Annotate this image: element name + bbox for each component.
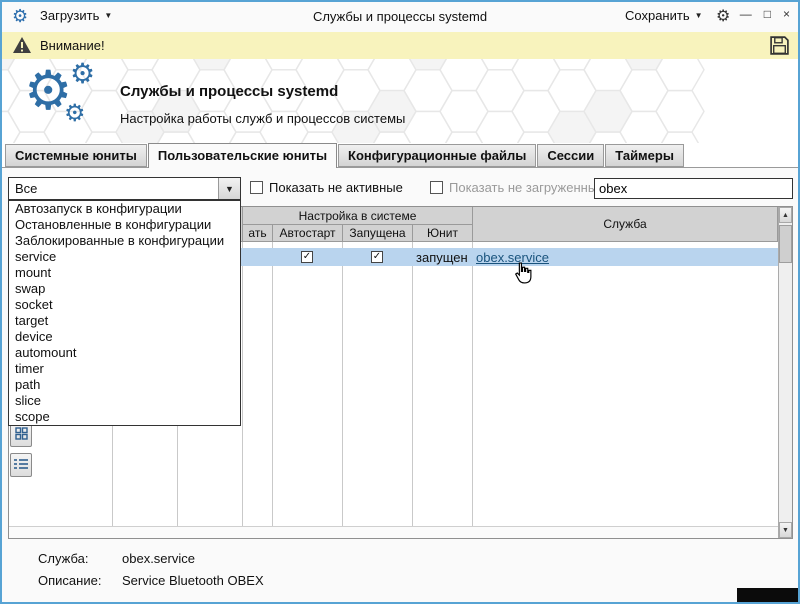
tab-bar: Системные юниты Пользовательские юниты К…: [5, 143, 684, 168]
mouse-hand-cursor: [513, 262, 532, 287]
column-label: Служба: [603, 217, 647, 231]
unit-type-dropdown-list: Автозапуск в конфигурации Остановленные …: [8, 200, 241, 426]
save-menu-label: Сохранить: [625, 8, 690, 23]
dropdown-item[interactable]: swap: [9, 281, 240, 297]
autostart-checkbox[interactable]: ✓: [301, 251, 313, 263]
grid-line: [242, 242, 243, 526]
module-gear-icon: ⚙: [64, 100, 86, 127]
dropdown-item[interactable]: timer: [9, 361, 240, 377]
grid-icon: [14, 427, 28, 443]
show-unloaded-label: Показать не загруженные: [449, 180, 605, 195]
module-header: ⚙ ⚙ ⚙ Службы и процессы systemd Настройк…: [2, 59, 798, 143]
check-icon: ✓: [302, 251, 312, 262]
window-controls: — □ ×: [740, 7, 790, 21]
title-bar: ⚙ Загрузить ▼ Службы и процессы systemd …: [2, 2, 798, 33]
scroll-up-button[interactable]: ▲: [779, 207, 792, 223]
combobox-dropdown-button[interactable]: ▼: [218, 178, 240, 199]
scroll-down-button[interactable]: ▼: [779, 522, 792, 538]
vertical-scrollbar[interactable]: ▲ ▼: [778, 207, 792, 538]
warning-triangle-icon: [12, 36, 32, 57]
arrow-down-icon: ▼: [782, 526, 789, 534]
grid-line: [472, 242, 473, 526]
tab-system-units[interactable]: Системные юниты: [5, 144, 147, 167]
grid-line: [342, 242, 343, 526]
grid-line: [272, 242, 273, 526]
hexagon-pattern: [2, 59, 705, 143]
show-inactive-label: Показать не активные: [269, 180, 403, 195]
search-input[interactable]: [594, 178, 793, 199]
column-label: Автостарт: [279, 226, 336, 240]
dropdown-item[interactable]: Заблокированные в конфигурации: [9, 233, 240, 249]
column-header-unit[interactable]: Юнит: [412, 224, 473, 242]
group-header-label: Настройка в системе: [298, 208, 417, 223]
grid-line: [412, 242, 413, 526]
column-header-partial[interactable]: ать: [242, 224, 273, 242]
dropdown-item[interactable]: socket: [9, 297, 240, 313]
column-label: ать: [248, 226, 267, 240]
column-label: Запущена: [349, 226, 406, 240]
maximize-button[interactable]: □: [764, 7, 771, 21]
module-gear-icon: ⚙: [70, 59, 96, 89]
service-detail-label: Служба:: [38, 551, 89, 566]
running-checkbox[interactable]: ✓: [371, 251, 383, 263]
chevron-down-icon: ▼: [694, 11, 703, 20]
dropdown-item[interactable]: Автозапуск в конфигурации: [9, 201, 240, 217]
dropdown-item[interactable]: mount: [9, 265, 240, 281]
show-inactive-checkbox[interactable]: [250, 181, 263, 194]
dropdown-item[interactable]: Остановленные в конфигурации: [9, 217, 240, 233]
unit-type-combobox[interactable]: Все ▼: [8, 177, 241, 200]
table-group-header[interactable]: Настройка в системе: [242, 206, 473, 225]
systemd-services-window: ⚙ Загрузить ▼ Службы и процессы systemd …: [0, 0, 800, 604]
dropdown-item[interactable]: automount: [9, 345, 240, 361]
show-unloaded-checkbox[interactable]: [430, 181, 443, 194]
grid-view-button[interactable]: [10, 423, 32, 447]
minimize-button[interactable]: —: [740, 7, 752, 21]
page-title: Службы и процессы systemd: [120, 83, 339, 100]
list-icon: [14, 458, 28, 473]
service-detail-value: obex.service: [122, 551, 195, 566]
warning-bar: Внимание!: [2, 32, 798, 60]
arrow-up-icon: ▲: [782, 211, 789, 219]
description-detail-value: Service Bluetooth OBEX: [122, 573, 264, 588]
tab-config-files[interactable]: Конфигурационные файлы: [338, 144, 537, 167]
warning-text: Внимание!: [40, 38, 105, 53]
column-header-service[interactable]: Служба: [472, 206, 778, 242]
bottom-right-dark-panel: [737, 588, 798, 602]
dropdown-item[interactable]: target: [9, 313, 240, 329]
chevron-down-icon: ▼: [225, 183, 234, 194]
dropdown-item[interactable]: slice: [9, 393, 240, 409]
description-detail-label: Описание:: [38, 573, 102, 588]
dropdown-item[interactable]: path: [9, 377, 240, 393]
list-view-button[interactable]: [10, 453, 32, 477]
save-floppy-icon[interactable]: [769, 35, 790, 59]
column-label: Юнит: [427, 226, 458, 240]
tab-sessions[interactable]: Сессии: [537, 144, 605, 167]
combobox-value: Все: [15, 181, 38, 196]
check-icon: ✓: [372, 251, 382, 262]
dropdown-item[interactable]: device: [9, 329, 240, 345]
dropdown-item[interactable]: service: [9, 249, 240, 265]
close-button[interactable]: ×: [783, 7, 790, 21]
page-subtitle: Настройка работы служб и процессов систе…: [120, 111, 406, 126]
scrollbar-thumb[interactable]: [779, 225, 792, 263]
unit-state-cell: запущен: [416, 250, 468, 265]
column-header-autostart[interactable]: Автостарт: [272, 224, 343, 242]
tab-timers[interactable]: Таймеры: [605, 144, 684, 167]
dropdown-item[interactable]: scope: [9, 409, 240, 425]
tab-user-units[interactable]: Пользовательские юниты: [147, 143, 338, 168]
horizontal-scroll-area[interactable]: [9, 526, 778, 539]
save-menu-button[interactable]: Сохранить ▼: [625, 8, 703, 23]
settings-gear-icon[interactable]: ⚙: [716, 6, 730, 26]
column-header-running[interactable]: Запущена: [342, 224, 413, 242]
